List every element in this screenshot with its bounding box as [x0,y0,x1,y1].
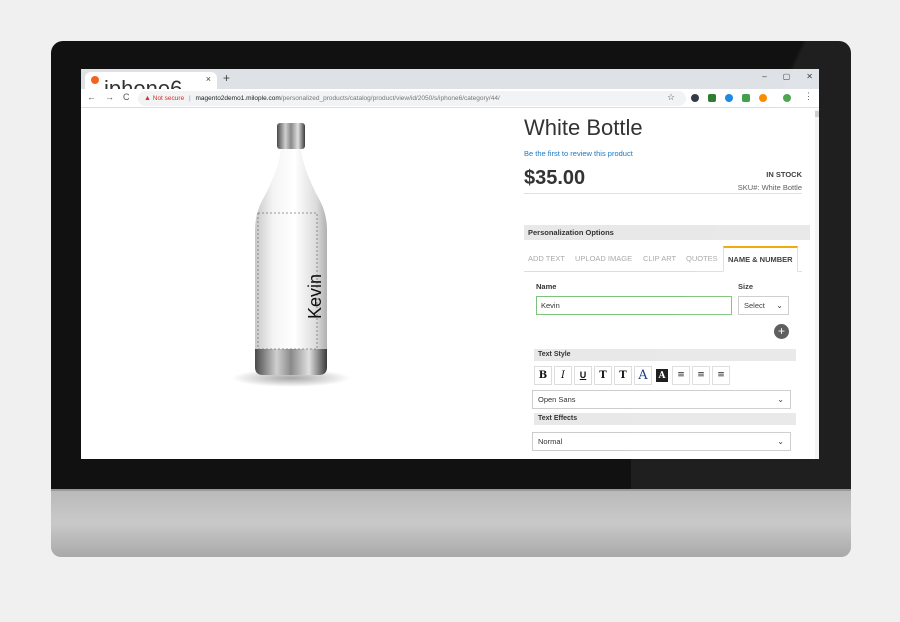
browser-tab[interactable]: iphone6 × [85,72,217,101]
font-family-select[interactable]: Open Sans ⌄ [532,390,791,409]
close-window-button[interactable]: ✕ [806,72,813,81]
not-secure-label: Not secure [152,95,185,102]
text-effects-header: Text Effects [534,413,796,425]
minimize-button[interactable]: – [762,72,766,81]
chevron-down-icon: ⌄ [777,395,784,404]
bookmark-star-icon[interactable]: ☆ [667,92,675,103]
text-effects-value: Normal [538,437,563,446]
extension-icon[interactable] [691,94,699,102]
monitor-chin [51,489,851,557]
url-separator: | [189,95,191,102]
browser-tab-bar: iphone6 × + – ▢ ✕ [81,69,819,101]
tab-clip-art[interactable]: CLIP ART [643,246,676,272]
forward-arrow-icon[interactable]: → [105,92,114,102]
name-input[interactable]: Kevin [536,296,732,315]
browser-menu-icon[interactable]: ⋮ [804,91,813,102]
text-effects-select[interactable]: Normal ⌄ [532,432,791,451]
stock-status: IN STOCK [766,170,802,179]
maximize-button[interactable]: ▢ [783,72,791,81]
extension-icon[interactable] [742,94,750,102]
warning-icon: ▲ [144,95,151,102]
text-style-toolbar: B I U T T A A ≡ ≡ ≡ [534,366,730,385]
add-name-button[interactable]: + [774,324,789,339]
product-title: White Bottle [524,115,643,140]
extension-icon[interactable] [759,94,767,102]
font-family-value: Open Sans [538,395,576,404]
scrollbar-thumb[interactable] [815,111,819,117]
personalization-header: Personalization Options [524,225,810,240]
product-image: Kevin [181,109,401,409]
page-scrollbar[interactable] [815,109,819,459]
personalization-tabs: ADD TEXT UPLOAD IMAGE CLIP ART QUOTES NA… [524,246,802,272]
align-center-button[interactable]: ≡ [692,366,710,385]
underline-button[interactable]: U [574,366,592,385]
bottle-illustration [255,123,327,375]
name-label: Name [536,282,557,291]
window-controls: – ▢ ✕ [762,72,813,81]
align-left-button[interactable]: ≡ [672,366,690,385]
sku-value: White Bottle [761,183,802,192]
new-tab-button[interactable]: + [223,71,230,85]
chevron-down-icon: ⌄ [776,301,783,310]
magento-favicon-icon [91,76,99,84]
name-number-panel: Name Size Kevin Select ⌄ + Text Style B … [532,272,802,459]
sku-label: SKU#: [737,183,760,192]
bold-button[interactable]: B [534,366,552,385]
font-color-button[interactable]: A [634,366,652,385]
url-field[interactable]: ▲ Not secure | magento2demo1.milople.com… [138,91,686,106]
tab-close-icon[interactable]: × [206,74,211,84]
screen: iphone6 × + – ▢ ✕ ← → C ▲ Not secure | m… [81,69,819,459]
text-size-up-button[interactable]: T [594,366,612,385]
tab-add-text[interactable]: ADD TEXT [528,246,565,272]
review-link[interactable]: Be the first to review this product [524,149,633,158]
tab-upload-image[interactable]: UPLOAD IMAGE [575,246,632,272]
align-right-button[interactable]: ≡ [712,366,730,385]
tab-name-number[interactable]: NAME & NUMBER [723,246,798,272]
tab-quotes[interactable]: QUOTES [686,246,718,272]
extension-icon[interactable] [708,94,716,102]
extension-icon[interactable] [725,94,733,102]
profile-avatar[interactable] [783,94,791,102]
url-path: /personalized_products/catalog/product/v… [280,95,500,102]
url-host: magento2demo1.milople.com [195,95,281,102]
chevron-down-icon: ⌄ [777,437,784,446]
divider [524,193,802,194]
monitor-frame: iphone6 × + – ▢ ✕ ← → C ▲ Not secure | m… [51,41,851,489]
size-select-value: Select [744,301,765,310]
product-price: $35.00 [524,167,586,189]
back-arrow-icon[interactable]: ← [87,92,96,102]
product-page: Kevin White Bottle Be the first to revie… [81,109,819,459]
nav-buttons: ← → C [87,92,130,102]
text-size-down-button[interactable]: T [614,366,632,385]
address-bar-row: ← → C ▲ Not secure | magento2demo1.milop… [81,89,819,108]
sku: SKU#: White Bottle [738,183,802,192]
reload-icon[interactable]: C [123,92,130,102]
size-label: Size [738,282,754,291]
text-style-header: Text Style [534,349,796,361]
preview-name-text[interactable]: Kevin [305,274,326,319]
background-color-button[interactable]: A [656,369,668,382]
size-select[interactable]: Select ⌄ [738,296,789,315]
italic-button[interactable]: I [554,366,572,385]
